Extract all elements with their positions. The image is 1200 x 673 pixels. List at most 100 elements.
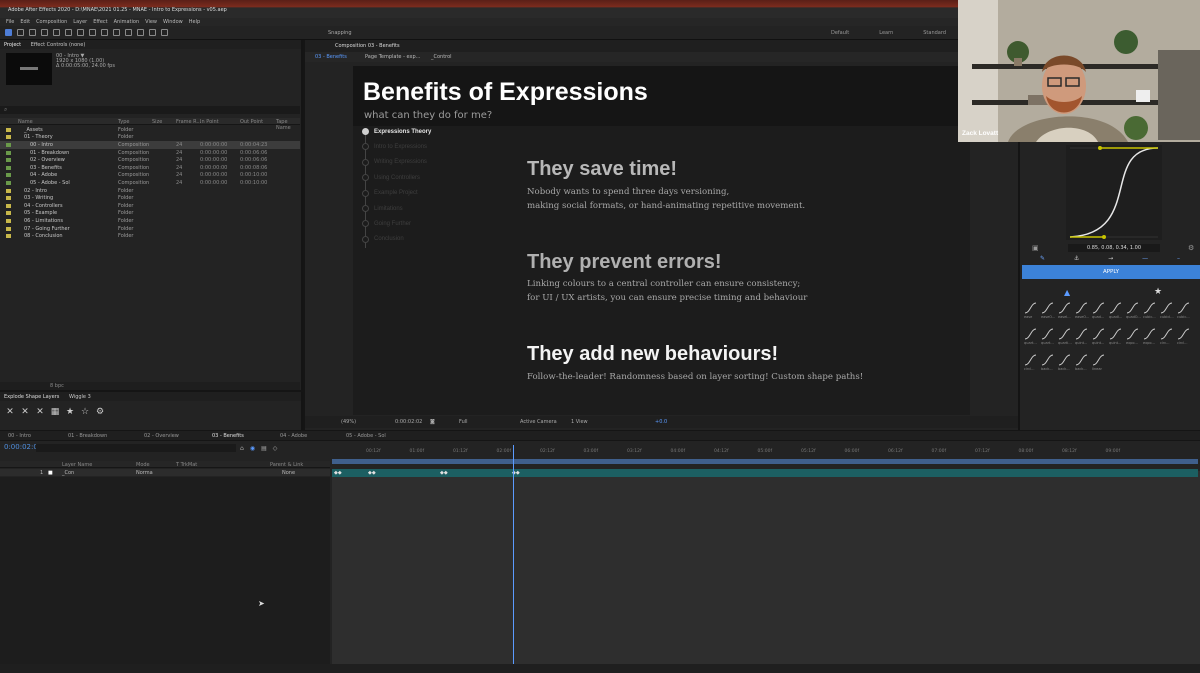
project-row[interactable]: 03 - Benefits Composition 24 0:00:00:00 0:00… xyxy=(0,164,300,172)
label-swatch[interactable] xyxy=(6,218,11,223)
layer-row[interactable]: 1 ■ _Con Norma None xyxy=(0,469,330,476)
timeline-search-input[interactable] xyxy=(36,444,236,452)
ease-preset-icon[interactable] xyxy=(1143,302,1156,314)
ease-preset-icon[interactable] xyxy=(1109,302,1122,314)
snapping-label[interactable]: Snapping xyxy=(328,30,352,36)
gear-icon[interactable]: ⚙ xyxy=(1188,244,1194,252)
pan-behind-tool-icon[interactable] xyxy=(65,29,72,36)
project-row[interactable]: 01 - Theory Folder xyxy=(0,134,300,142)
timeline-tab-breakdown[interactable]: 01 - Breakdown xyxy=(68,433,107,439)
ease-preset-icon[interactable] xyxy=(1126,328,1139,340)
label-swatch[interactable] xyxy=(6,142,11,147)
nav-comp-page-template[interactable]: Page Template - exp... xyxy=(365,54,420,60)
type-tool-icon[interactable] xyxy=(101,29,108,36)
rectangle-tool-icon[interactable] xyxy=(77,29,84,36)
grid-icon[interactable]: ▦ xyxy=(50,407,60,417)
menu-composition[interactable]: Composition xyxy=(36,19,67,25)
ease-preset-icon[interactable] xyxy=(1024,328,1037,340)
label-swatch[interactable] xyxy=(6,196,11,201)
label-swatch[interactable] xyxy=(6,203,11,208)
graduation-cap-icon[interactable]: ▲ xyxy=(1064,288,1070,297)
item-name[interactable]: 02 - Overview xyxy=(30,157,65,163)
layer-name[interactable]: _Con xyxy=(62,470,74,476)
merge-icon[interactable]: ✕ xyxy=(35,407,45,417)
timeline-tab-adobe[interactable]: 04 - Adobe xyxy=(280,433,307,439)
item-name[interactable]: 03 - Benefits xyxy=(30,165,62,171)
menu-window[interactable]: Window xyxy=(163,19,183,25)
ease-preset-icon[interactable] xyxy=(1075,354,1088,366)
camera-snapshot-icon[interactable]: ◙ xyxy=(430,419,435,425)
tab-project[interactable]: Project xyxy=(0,40,25,50)
menu-edit[interactable]: Edit xyxy=(20,19,30,25)
keyframe-icon[interactable]: ◆◆ xyxy=(440,470,448,476)
ease-preset-icon[interactable] xyxy=(1041,354,1054,366)
workspace-default[interactable]: Default xyxy=(831,30,849,36)
item-name[interactable]: _Assets xyxy=(24,127,43,133)
tab-effect-controls[interactable]: Effect Controls (none) xyxy=(27,40,90,50)
draft-3d-icon[interactable]: ◇ xyxy=(273,445,278,452)
curve-value-field[interactable]: 0.85, 0.08, 0.34, 1.00 xyxy=(1068,244,1160,252)
workspace-learn[interactable]: Learn xyxy=(879,30,893,36)
gear-icon[interactable]: ⚙ xyxy=(95,407,105,417)
item-name[interactable]: 02 - Intro xyxy=(24,188,47,194)
star-icon[interactable]: ★ xyxy=(1154,287,1162,297)
layer-parent[interactable]: None xyxy=(282,470,295,476)
ease-preset-icon[interactable] xyxy=(1024,354,1037,366)
project-row[interactable]: 02 - Overview Composition 24 0:00:00:00 0:00… xyxy=(0,156,300,164)
ease-preset-icon[interactable] xyxy=(1126,302,1139,314)
copy-icon[interactable]: ▣ xyxy=(1032,244,1039,252)
project-row[interactable]: 08 - Conclusion Folder xyxy=(0,232,300,240)
eyedropper-icon[interactable]: ✎ xyxy=(1040,255,1045,262)
ease-preset-icon[interactable] xyxy=(1177,328,1190,340)
explode-icon[interactable]: ✕ xyxy=(5,407,15,417)
label-swatch[interactable] xyxy=(6,173,11,178)
ease-preset-icon[interactable] xyxy=(1092,302,1105,314)
anchor-icon[interactable]: ⚓ xyxy=(1074,255,1079,262)
resolution-dropdown[interactable]: Full xyxy=(459,419,468,425)
item-name[interactable]: 03 - Writing xyxy=(24,195,53,201)
bit-depth-label[interactable]: 8 bpc xyxy=(50,383,64,389)
explode-all-icon[interactable]: ✕ xyxy=(20,407,30,417)
item-name[interactable]: 00 - Intro xyxy=(30,142,53,148)
label-swatch[interactable] xyxy=(6,226,11,231)
item-name[interactable]: 07 - Going Further xyxy=(24,226,70,232)
ease-preset-icon[interactable] xyxy=(1160,302,1173,314)
composition-canvas[interactable]: Benefits of Expressions what can they do… xyxy=(353,66,970,415)
item-name[interactable]: 08 - Conclusion xyxy=(24,233,63,239)
zoom-tool-icon[interactable] xyxy=(29,29,36,36)
camera-dropdown[interactable]: Active Camera xyxy=(520,419,557,425)
project-row[interactable]: 02 - Intro Folder xyxy=(0,187,300,195)
keyframe-icon[interactable]: ◆◆ xyxy=(334,470,342,476)
roto-brush-tool-icon[interactable] xyxy=(149,29,156,36)
item-name[interactable]: 01 - Theory xyxy=(24,134,53,140)
playhead[interactable] xyxy=(513,445,514,667)
ease-preset-icon[interactable] xyxy=(1160,328,1173,340)
bezier-curve-graph[interactable] xyxy=(1066,145,1162,240)
project-search-input[interactable]: ⌕ xyxy=(0,106,300,114)
label-swatch[interactable] xyxy=(6,135,11,140)
label-swatch[interactable] xyxy=(6,180,11,185)
keyframe-icon[interactable]: ◆◆ xyxy=(368,470,376,476)
ease-preset-icon[interactable] xyxy=(1092,354,1105,366)
item-name[interactable]: 04 - Controllers xyxy=(24,203,63,209)
menu-view[interactable]: View xyxy=(145,19,157,25)
exposure-value[interactable]: +0.0 xyxy=(655,419,667,425)
easing-curve-editor[interactable] xyxy=(1066,145,1162,240)
menu-effect[interactable]: Effect xyxy=(93,19,107,25)
col-out-point[interactable]: Out Point xyxy=(240,119,263,125)
timeline-tab-overview[interactable]: 02 - Overview xyxy=(144,433,179,439)
pen-tool-icon[interactable] xyxy=(89,29,96,36)
minus-icon[interactable]: — xyxy=(1142,255,1148,262)
apply-button[interactable]: APPLY xyxy=(1022,265,1200,279)
layer-mode[interactable]: Norma xyxy=(136,470,153,476)
tab-wiggle[interactable]: Wiggle 3 xyxy=(65,392,95,402)
comp-flowchart-icon[interactable]: ⌂ xyxy=(240,445,244,452)
project-row[interactable]: 01 - Breakdown Composition 24 0:00:00:00 0:0… xyxy=(0,149,300,157)
menu-file[interactable]: File xyxy=(6,19,14,25)
item-name[interactable]: 01 - Breakdown xyxy=(30,150,69,156)
project-row[interactable]: 03 - Writing Folder xyxy=(0,194,300,202)
views-dropdown[interactable]: 1 View xyxy=(571,419,588,425)
ease-preset-icon[interactable] xyxy=(1092,328,1105,340)
ease-preset-icon[interactable] xyxy=(1058,302,1071,314)
eraser-tool-icon[interactable] xyxy=(137,29,144,36)
